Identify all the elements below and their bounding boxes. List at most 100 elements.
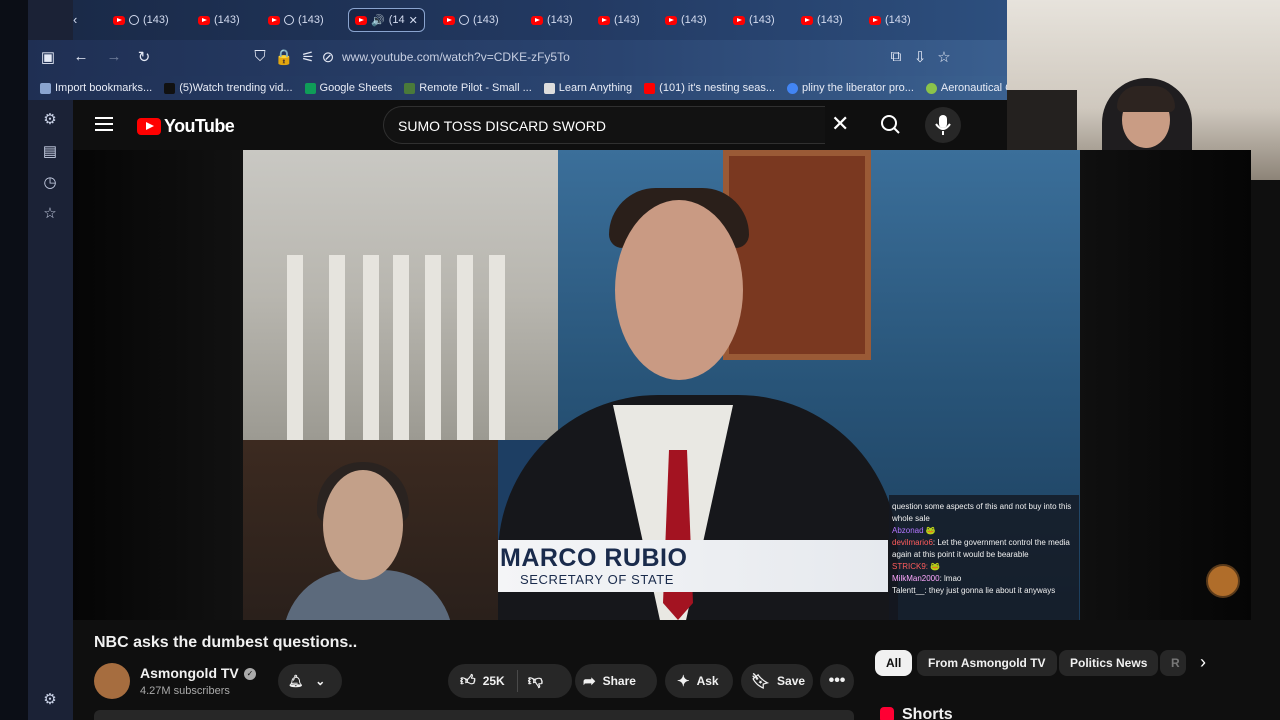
play-icon bbox=[284, 15, 294, 25]
settings-icon[interactable]: ⚙ bbox=[40, 690, 60, 710]
notification-bell-button[interactable]: 🔔︎ ⌄ bbox=[278, 664, 342, 698]
share-button[interactable]: ➦ Share bbox=[575, 664, 657, 698]
chat-message: Abzonad 🐸 bbox=[892, 526, 936, 535]
youtube-icon bbox=[733, 15, 745, 25]
shield-icon[interactable]: ⛉ bbox=[250, 48, 270, 65]
download-icon[interactable]: ⇩ bbox=[910, 48, 930, 66]
screen: ⚙ ▤ ◷ ☆ ⚙ ‹ (143) (143) (143) 🔊 (14 ✕ (143… bbox=[0, 0, 1280, 720]
save-button[interactable]: 🔖︎ Save bbox=[741, 664, 813, 698]
tiktok-icon bbox=[164, 82, 176, 94]
chevron-down-icon: ⌄ bbox=[315, 674, 326, 688]
browser-tab[interactable]: (143) bbox=[531, 8, 573, 32]
video-title: NBC asks the dumbest questions.. bbox=[94, 634, 358, 651]
youtube-icon bbox=[113, 15, 125, 25]
thumbs-up-icon[interactable]: 👍︎ bbox=[460, 672, 476, 690]
browser-tab[interactable]: (143) bbox=[801, 8, 843, 32]
bookmark-item[interactable]: (101) it's nesting seas... bbox=[644, 82, 775, 94]
hair bbox=[1117, 86, 1175, 112]
aeronautical-icon bbox=[925, 82, 937, 94]
chatgpt-icon[interactable]: ⚙ bbox=[40, 110, 60, 130]
bookmark-item[interactable]: Remote Pilot - Small ... bbox=[404, 82, 532, 94]
youtube-icon bbox=[198, 15, 210, 25]
browser-tab[interactable]: (143) bbox=[198, 8, 240, 32]
like-count[interactable]: 25K bbox=[483, 674, 505, 688]
clock-icon[interactable]: ◷ bbox=[40, 173, 60, 193]
browser-tab[interactable]: (143) bbox=[869, 8, 911, 32]
play-icon bbox=[129, 15, 139, 25]
picture-in-picture-streamer bbox=[243, 440, 498, 620]
import-icon bbox=[40, 82, 51, 94]
floating-avatar-button[interactable] bbox=[1206, 564, 1240, 598]
chat-message: MilkMan2000: lmao bbox=[892, 574, 962, 583]
youtube-icon bbox=[644, 82, 656, 94]
youtube-logo[interactable]: YouTube bbox=[137, 116, 235, 137]
channel-name[interactable]: Asmongold TV bbox=[140, 665, 239, 681]
back-icon[interactable]: ← bbox=[71, 48, 91, 65]
browser-tab[interactable]: (143) bbox=[268, 8, 324, 32]
google-icon bbox=[787, 82, 798, 94]
learn-anything-icon bbox=[543, 82, 555, 94]
ask-button[interactable]: ✦ Ask bbox=[665, 664, 733, 698]
close-tab-icon[interactable]: ✕ bbox=[409, 14, 418, 27]
bookmark-item[interactable]: Learn Anything bbox=[543, 82, 632, 94]
bookmark-item[interactable]: Google Sheets bbox=[304, 82, 392, 94]
browser-tab[interactable]: (143) bbox=[665, 8, 707, 32]
sparkle-icon: ✦ bbox=[677, 673, 690, 690]
reload-icon[interactable]: ↻ bbox=[134, 48, 154, 66]
youtube-icon bbox=[598, 15, 610, 25]
bookmark-item[interactable]: pliny the liberator pro... bbox=[787, 82, 914, 94]
lock-icon[interactable]: 🔒 bbox=[274, 48, 294, 66]
youtube-header: YouTube SUMO TOSS DISCARD SWORD ✕ bbox=[73, 100, 1007, 150]
forward-icon[interactable]: → bbox=[104, 48, 124, 65]
search-icon bbox=[881, 115, 900, 134]
bookmark-item[interactable]: Import bookmarks... bbox=[40, 82, 152, 94]
chip-all[interactable]: All bbox=[875, 650, 913, 676]
bookmark-star-icon[interactable]: ☆ bbox=[934, 48, 954, 66]
tab-scroll-left-icon[interactable]: ‹ bbox=[73, 12, 77, 27]
description-box[interactable] bbox=[94, 710, 854, 720]
history-panel-icon[interactable]: ▤ bbox=[40, 142, 60, 162]
window-edge bbox=[0, 0, 28, 720]
tab-strip: ‹ (143) (143) (143) 🔊 (14 ✕ (143) (143) (1… bbox=[73, 0, 1007, 40]
shorts-icon bbox=[880, 707, 894, 720]
channel-avatar[interactable] bbox=[94, 663, 130, 699]
bookmark-item[interactable]: (5)Watch trending vid... bbox=[164, 82, 293, 94]
voice-search-button[interactable] bbox=[925, 107, 961, 143]
sheets-icon bbox=[304, 82, 316, 94]
star-icon[interactable]: ☆ bbox=[40, 204, 60, 224]
more-actions-button[interactable]: ••• bbox=[820, 664, 854, 698]
search-input[interactable]: SUMO TOSS DISCARD SWORD bbox=[383, 106, 825, 144]
thumbs-down-icon[interactable]: 👎︎ bbox=[528, 672, 543, 690]
screenshot-icon[interactable]: ⧉ bbox=[886, 48, 906, 65]
youtube-icon bbox=[443, 15, 455, 25]
youtube-icon bbox=[801, 15, 813, 25]
chevron-right-icon[interactable]: › bbox=[1200, 652, 1206, 673]
bookmark-item[interactable]: Aeronautical C bbox=[925, 82, 1007, 94]
tracking-off-icon[interactable]: ⊘ bbox=[318, 48, 338, 66]
browser-tab[interactable]: (143) bbox=[598, 8, 640, 32]
bookmarks-bar: Import bookmarks... (5)Watch trending vi… bbox=[28, 76, 1007, 100]
sidebar-toggle-icon[interactable]: ▣ bbox=[38, 48, 58, 66]
clear-search-icon[interactable]: ✕ bbox=[831, 113, 849, 135]
speaker-face bbox=[615, 200, 743, 380]
verified-badge-icon: ✓ bbox=[244, 668, 256, 680]
browser-tab[interactable]: (143) bbox=[113, 8, 169, 32]
youtube-icon bbox=[531, 15, 543, 25]
browser-tab-active[interactable]: 🔊 (14 ✕ bbox=[348, 8, 425, 32]
hamburger-menu-icon[interactable] bbox=[95, 117, 113, 135]
search-button[interactable] bbox=[865, 106, 917, 144]
browser-tab[interactable]: (143) bbox=[733, 8, 775, 32]
like-dislike-group: 👍︎ 25K 👎︎ bbox=[448, 664, 572, 698]
chip-politics-news[interactable]: Politics News bbox=[1059, 650, 1159, 676]
shorts-section-header: Shorts bbox=[880, 706, 953, 720]
chip-from-channel[interactable]: From Asmongold TV bbox=[917, 650, 1057, 676]
microphone-icon bbox=[935, 115, 951, 135]
site-settings-icon[interactable]: ⚟ bbox=[298, 48, 318, 66]
address-bar[interactable]: www.youtube.com/watch?v=CDKE-zFy5To bbox=[342, 50, 570, 64]
youtube-icon bbox=[268, 15, 280, 25]
browser-sidebar: ⚙ ▤ ◷ ☆ ⚙ bbox=[28, 0, 73, 720]
browser-tab[interactable]: (143) bbox=[443, 8, 499, 32]
chip-truncated[interactable]: R bbox=[1160, 650, 1186, 676]
chat-overlay: question some aspects of this and not bu… bbox=[889, 495, 1079, 620]
video-player[interactable]: MARCO RUBIO SECRETARY OF STATE question … bbox=[73, 150, 1251, 620]
